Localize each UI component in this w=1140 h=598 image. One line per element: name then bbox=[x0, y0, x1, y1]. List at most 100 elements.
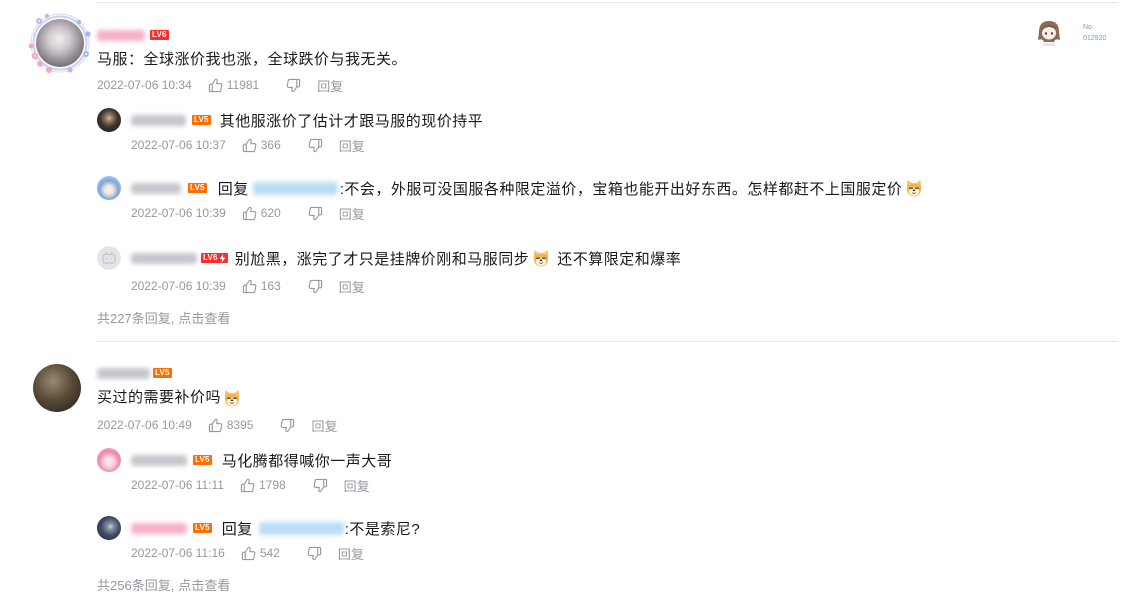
comment-1-avatar[interactable] bbox=[22, 10, 94, 76]
thumb-down-icon[interactable] bbox=[280, 418, 295, 433]
username-redacted[interactable] bbox=[131, 454, 187, 466]
reply-button[interactable]: 回复 bbox=[339, 136, 365, 155]
reply-summary: 共227条回复, 点击查看 bbox=[97, 308, 230, 327]
reply-count-text: 共256条回复, bbox=[97, 577, 175, 593]
username-redacted[interactable] bbox=[131, 522, 187, 534]
fan-card-image bbox=[1038, 21, 1060, 46]
reply-item: LV6 别尬黑，涨完了才只是挂牌价刚和马服同步 还不算限定和爆率 2022-07… bbox=[97, 246, 1118, 296]
thumb-down-icon[interactable] bbox=[308, 279, 323, 294]
reply-content-line: LV5 回复 :不是索尼? bbox=[131, 518, 420, 538]
level-badge: LV5 bbox=[193, 523, 212, 533]
reply-meta: 2022-07-06 11:16 542 回复 bbox=[131, 544, 364, 563]
thumb-down-icon[interactable] bbox=[307, 546, 322, 561]
reply-date: 2022-07-06 10:39 bbox=[131, 279, 226, 293]
like-count: 11981 bbox=[226, 78, 260, 92]
comment-2-meta: 2022-07-06 10:49 8395 回复 bbox=[97, 416, 337, 435]
thumb-up-icon bbox=[241, 546, 256, 561]
reply-button[interactable]: 回复 bbox=[339, 204, 365, 223]
thumb-down-icon[interactable] bbox=[308, 138, 323, 153]
username-redacted[interactable] bbox=[97, 367, 150, 379]
reply-text: 别尬黑，涨完了才只是挂牌价刚和马服同步 bbox=[234, 250, 530, 268]
thumb-up-icon bbox=[242, 138, 257, 153]
reply-date: 2022-07-06 11:16 bbox=[131, 546, 225, 560]
like-button[interactable]: 1798 bbox=[240, 478, 286, 493]
thumb-down-icon[interactable] bbox=[286, 78, 301, 93]
comment-2-avatar[interactable] bbox=[33, 364, 81, 412]
fan-card[interactable]: No. 012920 bbox=[1035, 18, 1115, 48]
like-count: 542 bbox=[259, 546, 280, 560]
like-button[interactable]: 8395 bbox=[208, 418, 254, 433]
reply-date: 2022-07-06 11:11 bbox=[131, 478, 224, 492]
reply-button[interactable]: 回复 bbox=[344, 476, 370, 495]
reply-item: LV5 马化腾都得喊你一声大哥 2022-07-06 11:11 1798 回复 bbox=[97, 448, 1118, 496]
level-badge-hardcore: LV6 bbox=[201, 253, 228, 263]
like-button[interactable]: 620 bbox=[242, 206, 281, 221]
top-divider bbox=[97, 2, 1118, 3]
reply-text: 马化腾都得喊你一声大哥 bbox=[221, 452, 393, 470]
avatar[interactable] bbox=[97, 176, 121, 200]
like-button[interactable]: 366 bbox=[242, 138, 281, 153]
thumb-up-icon bbox=[242, 206, 257, 221]
fan-card-number: 012920 bbox=[1083, 35, 1107, 42]
avatar-pendant-frame bbox=[28, 13, 91, 73]
avatar[interactable] bbox=[97, 448, 121, 472]
comment-2-text-line: 买过的需要补价吗 bbox=[97, 388, 242, 408]
level-badge: LV5 bbox=[192, 115, 211, 125]
reply-button[interactable]: 回复 bbox=[311, 416, 337, 435]
comment-2-author: LV5 bbox=[97, 365, 172, 381]
reply-text: :不会，外服可没国服各种限定溢价，宝箱也能开出好东西。怎样都赶不上国服定价 bbox=[339, 180, 903, 198]
like-button[interactable]: 11981 bbox=[208, 78, 259, 93]
tv-avatar-icon[interactable] bbox=[97, 246, 121, 270]
reply-content-line: LV5 马化腾都得喊你一声大哥 bbox=[131, 450, 392, 470]
comment-1-author: LV6 bbox=[97, 27, 169, 43]
level-badge: LV5 bbox=[188, 183, 207, 193]
like-button[interactable]: 163 bbox=[242, 279, 281, 294]
view-replies-link[interactable]: 点击查看 bbox=[178, 308, 230, 327]
reply-button[interactable]: 回复 bbox=[339, 277, 365, 296]
username-redacted[interactable] bbox=[97, 29, 145, 41]
reply-item: LV5 回复 :不是索尼? 2022-07-06 11:16 542 回复 bbox=[97, 516, 1118, 564]
avatar[interactable] bbox=[97, 516, 121, 540]
username-redacted[interactable] bbox=[131, 252, 197, 264]
username-redacted[interactable] bbox=[131, 182, 181, 194]
reply-meta: 2022-07-06 10:37 366 回复 bbox=[131, 136, 365, 155]
avatar[interactable] bbox=[97, 108, 121, 132]
reply-summary: 共256条回复, 点击查看 bbox=[97, 575, 230, 594]
like-count: 366 bbox=[260, 138, 281, 152]
reply-item: LV5 其他服涨价了估计才跟马服的现价持平 2022-07-06 10:37 3… bbox=[97, 108, 1118, 156]
like-count: 620 bbox=[260, 206, 281, 220]
reply-meta: 2022-07-06 10:39 163 回复 bbox=[131, 277, 365, 296]
mention-link-redacted[interactable] bbox=[258, 521, 344, 535]
view-replies-link[interactable]: 点击查看 bbox=[178, 575, 230, 594]
comment-1-meta: 2022-07-06 10:34 11981 回复 bbox=[97, 76, 343, 95]
like-count: 1798 bbox=[258, 478, 286, 492]
like-count: 8395 bbox=[226, 418, 254, 432]
thumb-up-icon bbox=[242, 279, 257, 294]
thumb-up-icon bbox=[208, 418, 223, 433]
like-count: 163 bbox=[260, 279, 281, 293]
comment-1-text: 马服：全球涨价我也涨，全球跌价与我无关。 bbox=[97, 51, 408, 68]
reply-text: :不是索尼? bbox=[344, 520, 421, 538]
reply-count-text: 共227条回复, bbox=[97, 310, 175, 326]
reply-date: 2022-07-06 10:37 bbox=[131, 138, 226, 152]
thumb-down-icon[interactable] bbox=[308, 206, 323, 221]
reply-button[interactable]: 回复 bbox=[338, 544, 364, 563]
thumb-down-icon[interactable] bbox=[313, 478, 328, 493]
mention-link-redacted[interactable] bbox=[252, 181, 338, 195]
comment-divider bbox=[97, 341, 1118, 342]
like-button[interactable]: 542 bbox=[241, 546, 280, 561]
reply-text-continued: 还不算限定和爆率 bbox=[557, 250, 682, 268]
username-redacted[interactable] bbox=[131, 114, 186, 126]
reply-prefix: 回复 bbox=[221, 520, 253, 538]
reply-prefix: 回复 bbox=[217, 180, 249, 198]
thumb-up-icon bbox=[208, 78, 223, 93]
level-text: LV6 bbox=[203, 253, 218, 262]
thumb-up-icon bbox=[240, 478, 255, 493]
reply-content-line: LV5 回复 :不会，外服可没国服各种限定溢价，宝箱也能开出好东西。怎样都赶不上… bbox=[131, 178, 924, 198]
reply-content-line: LV6 别尬黑，涨完了才只是挂牌价刚和马服同步 还不算限定和爆率 bbox=[131, 248, 681, 268]
reply-meta: 2022-07-06 10:39 620 回复 bbox=[131, 204, 365, 223]
reply-content-line: LV5 其他服涨价了估计才跟马服的现价持平 bbox=[131, 110, 483, 130]
comment-date: 2022-07-06 10:34 bbox=[97, 78, 192, 92]
reply-meta: 2022-07-06 11:11 1798 回复 bbox=[131, 476, 370, 495]
reply-button[interactable]: 回复 bbox=[317, 76, 343, 95]
